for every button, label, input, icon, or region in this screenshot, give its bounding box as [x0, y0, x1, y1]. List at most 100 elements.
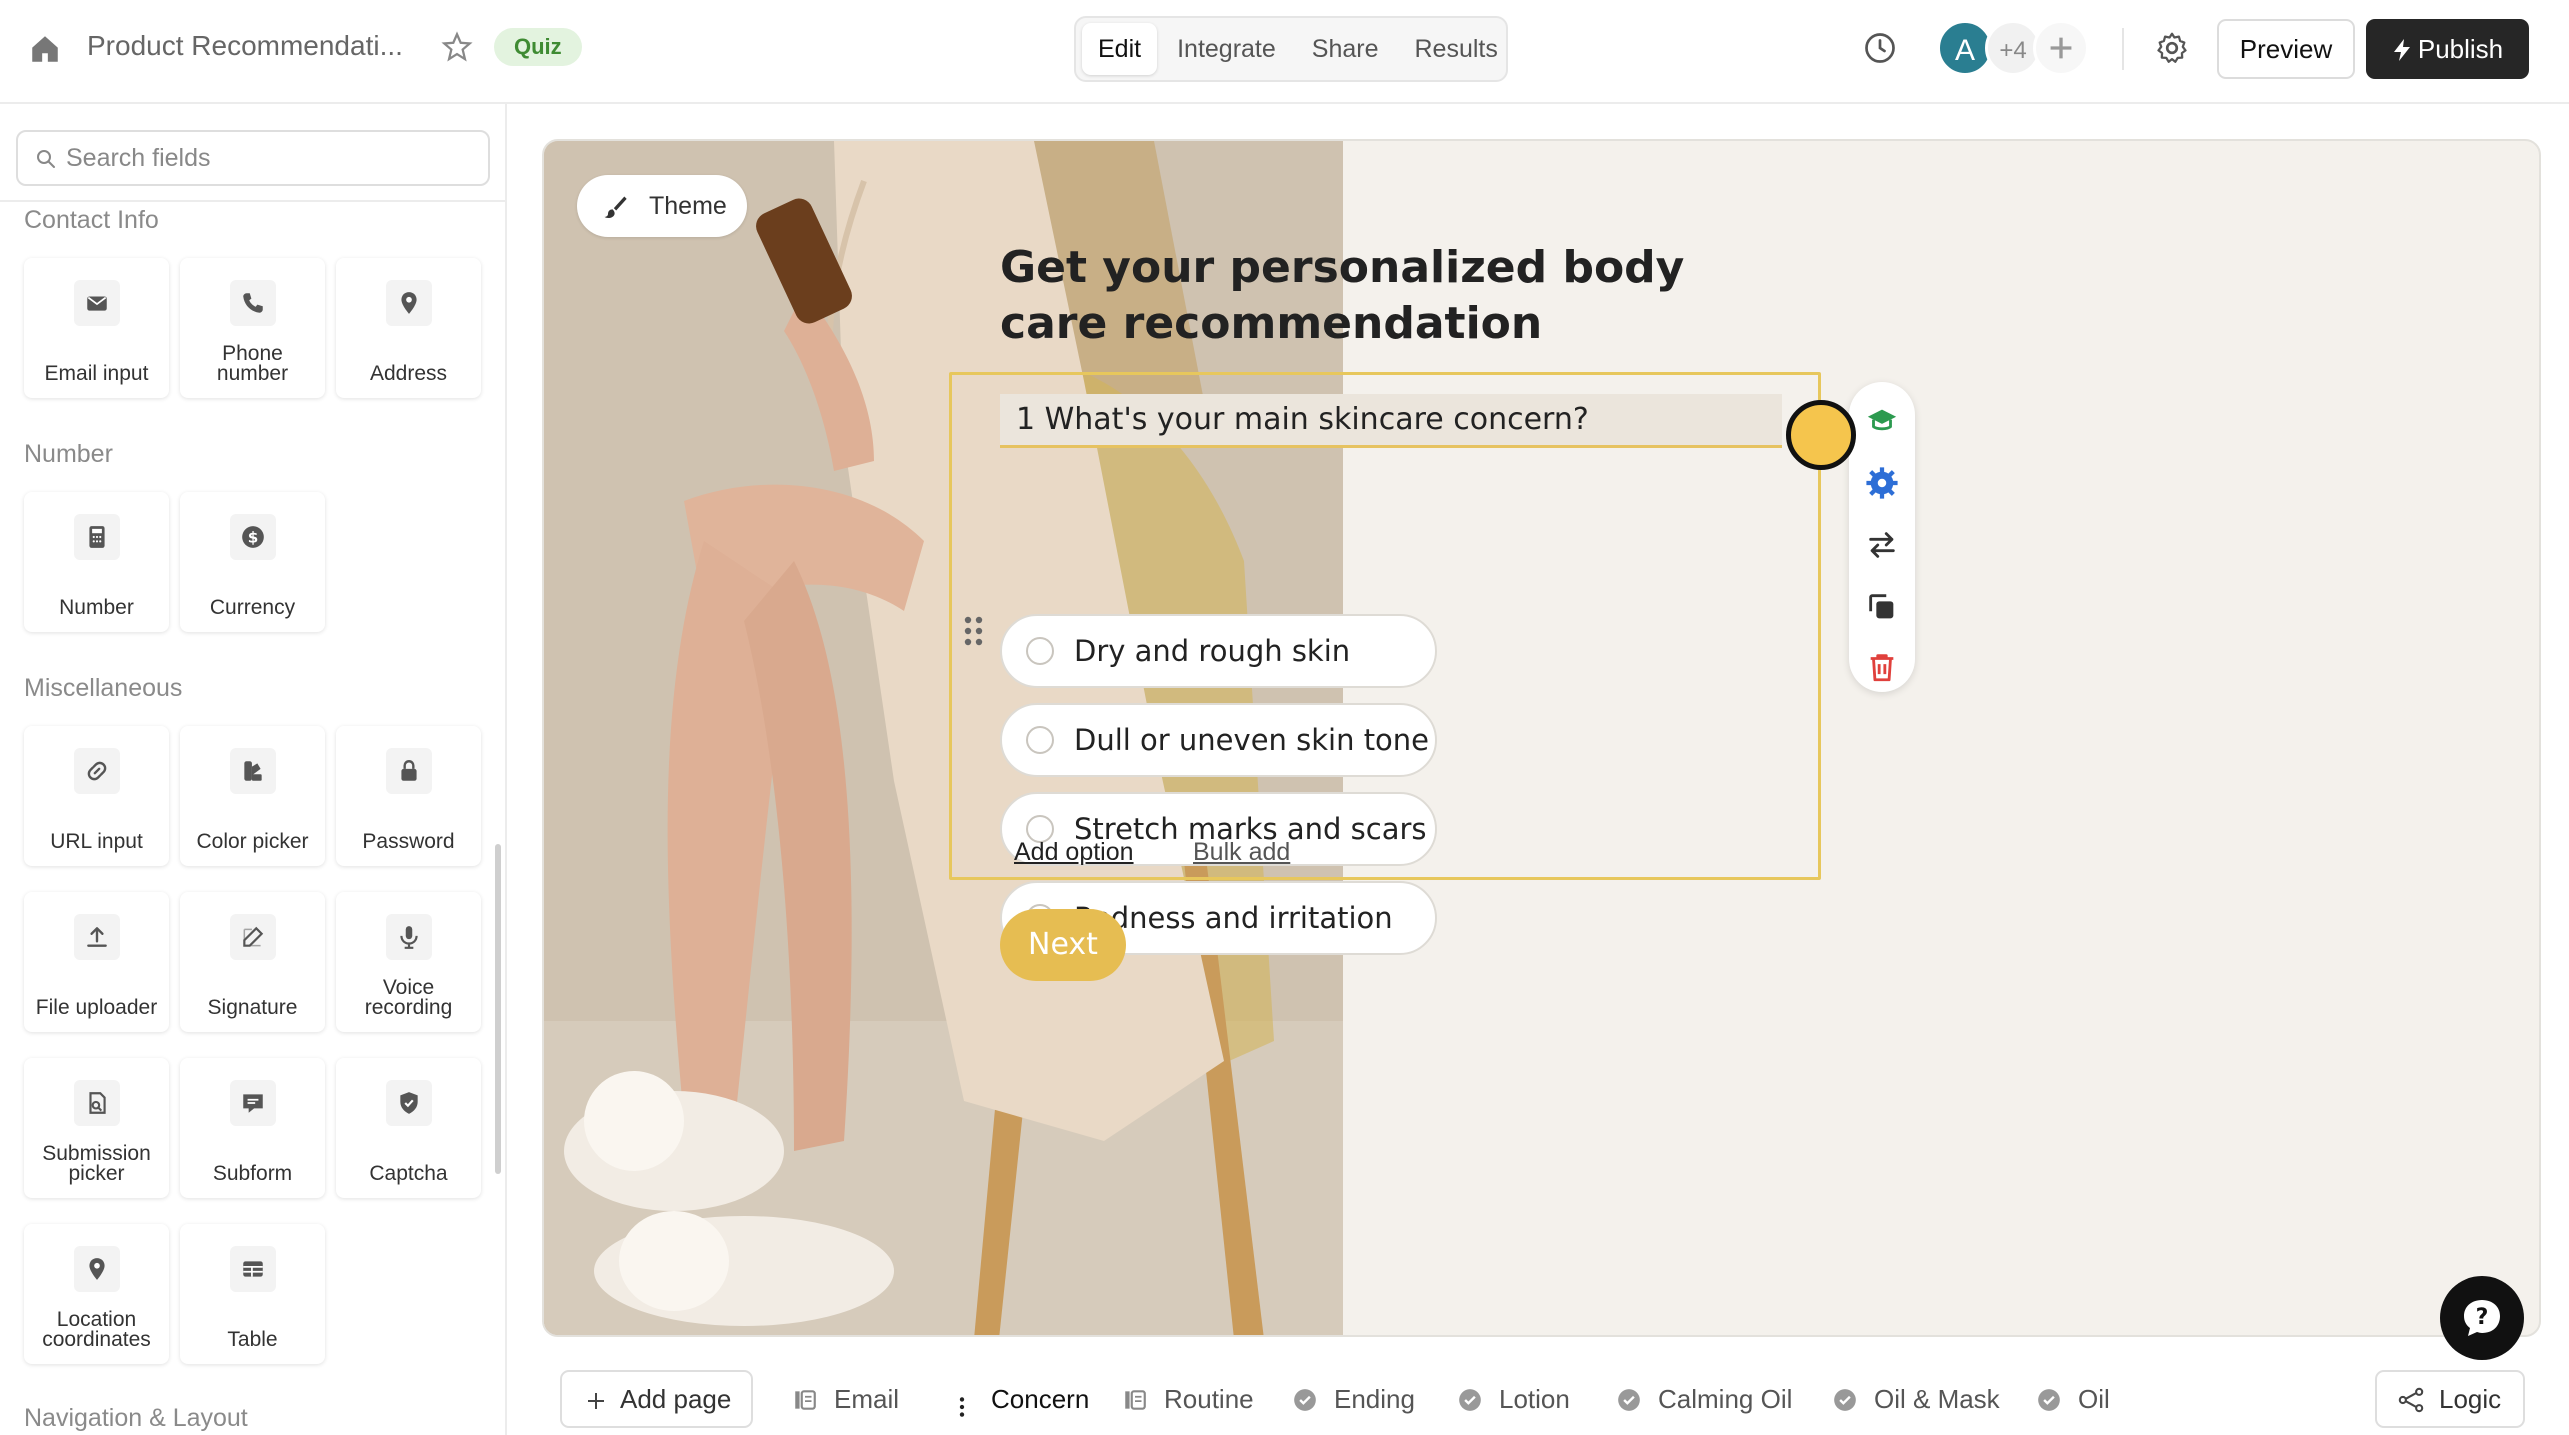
option-dull-uneven-skin[interactable]: Dull or uneven skin tone — [1000, 703, 1437, 777]
section-navigation-layout: Navigation & Layout — [24, 1404, 248, 1432]
field-label: Voice recording — [364, 976, 453, 1019]
check-circle-icon — [1459, 1389, 1481, 1411]
radio-button[interactable] — [1026, 726, 1054, 754]
check-circle-icon — [1834, 1389, 1856, 1411]
field-phone-number[interactable]: Phone number — [180, 258, 325, 398]
tab-edit[interactable]: Edit — [1082, 23, 1158, 75]
cursor-indicator — [1786, 400, 1856, 470]
theme-button[interactable]: Theme — [577, 175, 747, 237]
tab-results[interactable]: Results — [1399, 23, 1514, 75]
field-submission-picker[interactable]: Submission picker — [24, 1058, 169, 1198]
check-circle-icon — [1618, 1389, 1640, 1411]
upload-icon — [73, 914, 120, 960]
preview-button[interactable]: Preview — [2217, 19, 2355, 79]
field-label: Table — [227, 1328, 278, 1351]
settings-gear-icon[interactable] — [1865, 466, 1899, 500]
swap-arrows-icon[interactable] — [1865, 528, 1899, 562]
page-tab-oil[interactable]: Oil — [2036, 1370, 2110, 1428]
field-label: Password — [362, 830, 455, 853]
field-voice-recording[interactable]: Voice recording — [336, 892, 481, 1032]
field-address[interactable]: Address — [336, 258, 481, 398]
search-fields-box[interactable] — [16, 130, 490, 186]
subform-icon — [229, 1080, 276, 1126]
field-currency[interactable]: $ Currency — [180, 492, 325, 632]
field-label: Address — [369, 362, 448, 385]
form-page-icon — [1125, 1390, 1146, 1410]
publish-label: Publish — [2417, 34, 2504, 64]
field-file-uploader[interactable]: File uploader — [24, 892, 169, 1032]
settings-gear-icon[interactable] — [2154, 30, 2190, 66]
logic-label: Logic — [2439, 1384, 2502, 1414]
page-tab-concern[interactable]: Concern — [949, 1370, 1089, 1428]
page-tab-oil-mask[interactable]: Oil & Mask — [1832, 1370, 2000, 1428]
field-signature[interactable]: Signature — [180, 892, 325, 1032]
logic-button[interactable]: Logic — [2375, 1370, 2525, 1428]
form-heading[interactable]: Get your personalized body care recommen… — [1000, 240, 1760, 352]
shield-check-icon — [385, 1080, 432, 1126]
page-tab-routine[interactable]: Routine — [1122, 1370, 1254, 1428]
question-label[interactable]: 1 What's your main skincare concern? — [1000, 394, 1782, 448]
duplicate-icon[interactable] — [1865, 590, 1899, 624]
field-captcha[interactable]: Captcha — [336, 1058, 481, 1198]
field-label: Currency — [209, 596, 296, 619]
question-toolbar — [1849, 382, 1915, 692]
drag-handle-icon[interactable] — [963, 615, 985, 647]
location-pin-icon — [73, 1246, 120, 1292]
page-tab-label: Concern — [991, 1384, 1090, 1414]
learning-cap-icon[interactable] — [1865, 404, 1899, 438]
history-icon[interactable] — [1862, 30, 1898, 66]
page-tab-calming-oil[interactable]: Calming Oil — [1616, 1370, 1792, 1428]
help-chat-button[interactable]: ? — [2440, 1276, 2524, 1360]
field-label: Email input — [44, 362, 149, 385]
tab-integrate[interactable]: Integrate — [1161, 23, 1292, 75]
page-tab-label: Routine — [1164, 1384, 1254, 1414]
sidebar-scrollbar[interactable] — [495, 844, 501, 1174]
field-location-coordinates[interactable]: Location coordinates — [24, 1224, 169, 1364]
quiz-badge: Quiz — [494, 28, 582, 66]
radio-button[interactable] — [1026, 637, 1054, 665]
page-tab-email[interactable]: Email — [792, 1370, 899, 1428]
field-label: File uploader — [35, 996, 158, 1019]
field-label: Number — [59, 596, 134, 619]
page-tab-label: Email — [834, 1384, 900, 1414]
field-number[interactable]: Number — [24, 492, 169, 632]
check-circle-icon — [1294, 1389, 1316, 1411]
mail-icon — [73, 280, 120, 326]
add-page-button[interactable]: Add page — [560, 1370, 753, 1428]
bulk-add-link[interactable]: Bulk add — [1193, 838, 1290, 867]
lock-icon — [385, 748, 432, 794]
page-tab-lotion[interactable]: Lotion — [1457, 1370, 1570, 1428]
field-email-input[interactable]: Email input — [24, 258, 169, 398]
lightning-icon — [2393, 39, 2410, 61]
microphone-icon — [385, 914, 432, 960]
page-tab-label: Calming Oil — [1658, 1384, 1793, 1414]
check-circle-icon — [2038, 1389, 2060, 1411]
page-tab-ending[interactable]: Ending — [1292, 1370, 1415, 1428]
plus-icon — [588, 1393, 604, 1409]
divider — [2122, 28, 2124, 70]
field-url-input[interactable]: URL input — [24, 726, 169, 866]
field-color-picker[interactable]: Color picker — [180, 726, 325, 866]
search-fields-input[interactable] — [66, 140, 466, 176]
paintbrush-icon — [604, 196, 627, 219]
field-table[interactable]: Table — [180, 1224, 325, 1364]
more-vertical-icon[interactable] — [949, 1394, 975, 1420]
home-icon[interactable] — [28, 32, 62, 66]
field-subform[interactable]: Subform — [180, 1058, 325, 1198]
form-page-icon — [795, 1390, 816, 1410]
next-button[interactable]: Next — [1000, 909, 1126, 981]
form-title[interactable]: Product Recommendati... — [87, 30, 403, 62]
field-password[interactable]: Password — [336, 726, 481, 866]
add-option-link[interactable]: Add option — [1014, 838, 1134, 867]
option-label: Dry and rough skin — [1074, 634, 1351, 668]
field-label: Color picker — [196, 830, 309, 853]
trash-icon[interactable] — [1865, 650, 1899, 684]
star-icon[interactable] — [440, 30, 474, 64]
field-label: Location coordinates — [42, 1308, 151, 1351]
tab-share[interactable]: Share — [1296, 23, 1395, 75]
add-collaborator-button[interactable] — [2033, 20, 2089, 76]
field-label: Subform — [212, 1162, 293, 1185]
option-dry-rough-skin[interactable]: Dry and rough skin — [1000, 614, 1437, 688]
publish-button[interactable]: Publish — [2366, 19, 2529, 79]
field-label: Phone number — [216, 342, 289, 385]
